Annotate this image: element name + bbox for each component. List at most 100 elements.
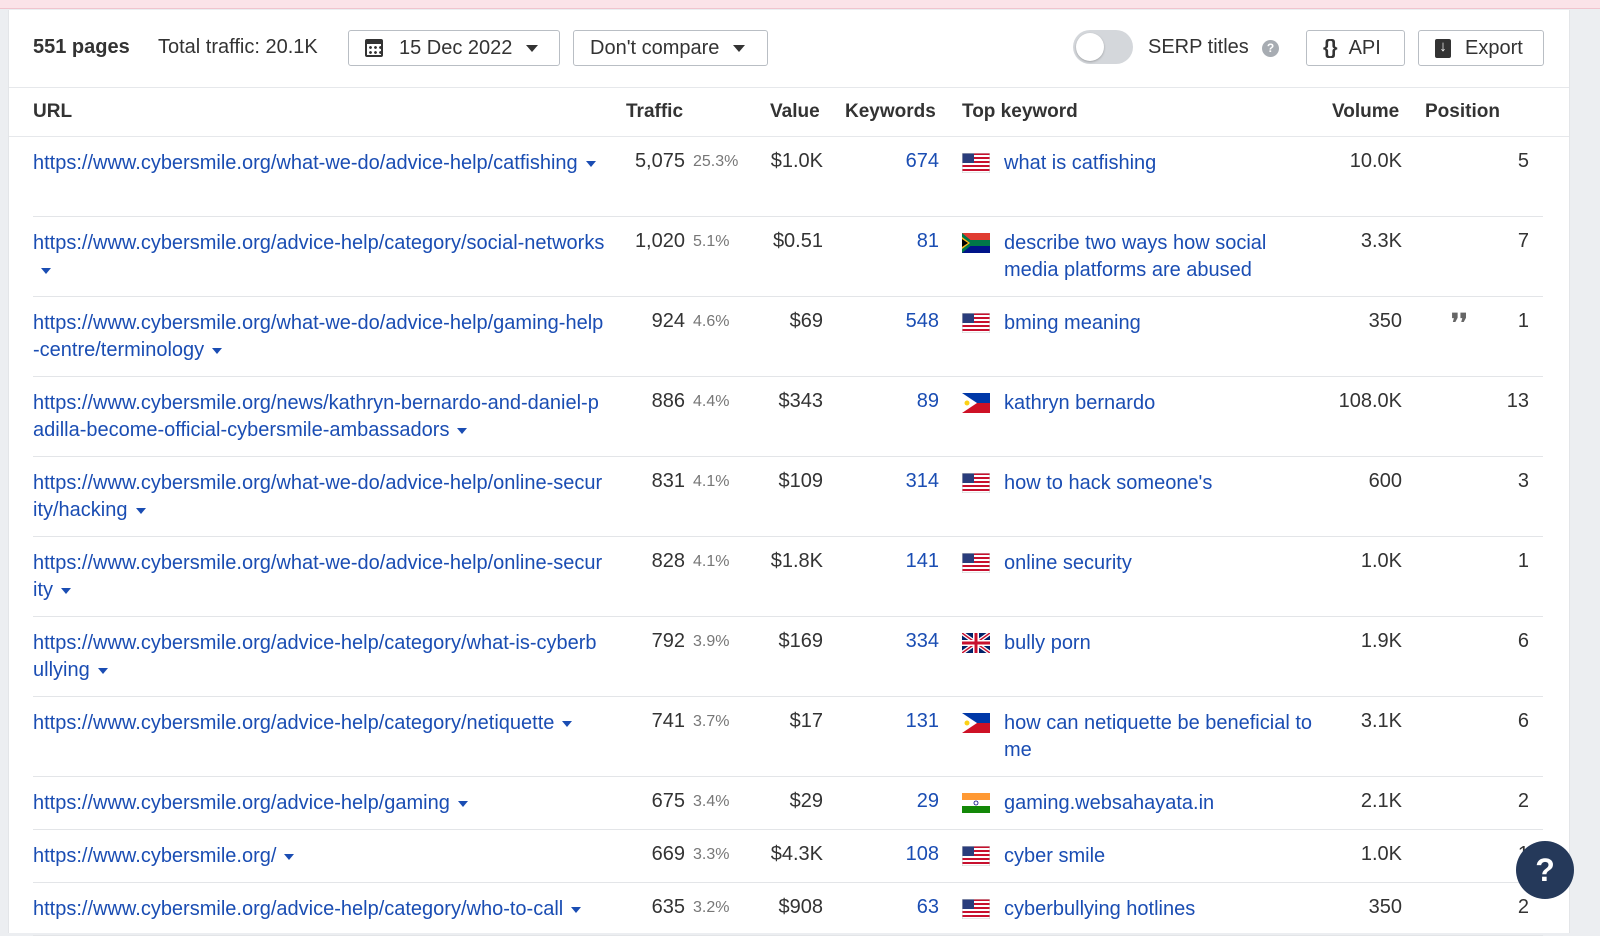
- top-keyword-link[interactable]: describe two ways how social media platf…: [1004, 230, 1314, 284]
- featured-snippet-icon: ❜❜: [1451, 309, 1468, 339]
- dropdown-caret-icon[interactable]: [562, 720, 573, 727]
- top-keyword-link[interactable]: gaming.websahayata.in: [1004, 790, 1314, 817]
- traffic-value: 792: [651, 630, 685, 652]
- chevron-down-icon: [526, 44, 539, 52]
- dropdown-caret-icon[interactable]: [571, 906, 582, 913]
- volume-value: 108.0K: [1338, 390, 1402, 412]
- top-keyword-link[interactable]: online security: [1004, 550, 1314, 577]
- traffic-percent: 3.7%: [693, 713, 730, 730]
- keywords-count-link[interactable]: 89: [917, 390, 939, 413]
- table-row: https://www.cybersmile.org/what-we-do/ad…: [33, 537, 1543, 617]
- column-top-keyword[interactable]: Top keyword: [962, 101, 1078, 123]
- keywords-count-link[interactable]: 63: [917, 896, 939, 919]
- top-keyword-link[interactable]: kathryn bernardo: [1004, 390, 1314, 417]
- keywords-count-link[interactable]: 108: [906, 843, 939, 866]
- compare-dropdown[interactable]: Don't compare: [573, 30, 768, 66]
- top-keyword-link[interactable]: cyberbullying hotlines: [1004, 896, 1314, 923]
- keywords-count-link[interactable]: 314: [906, 470, 939, 493]
- dropdown-caret-icon[interactable]: [457, 800, 468, 807]
- ph-flag-icon: [962, 393, 990, 413]
- position-value: 13: [1506, 390, 1529, 412]
- help-icon[interactable]: ?: [1262, 40, 1279, 57]
- traffic-value: 886: [651, 390, 685, 412]
- toggle-knob: [1076, 33, 1104, 61]
- export-label: Export: [1465, 36, 1523, 59]
- compare-label: Don't compare: [590, 36, 720, 59]
- volume-value: 10.0K: [1349, 150, 1402, 172]
- keywords-count-link[interactable]: 334: [906, 630, 939, 653]
- url-link[interactable]: https://www.cybersmile.org/: [33, 843, 605, 870]
- column-keywords[interactable]: Keywords: [845, 101, 936, 123]
- value-cell: $1.8K: [770, 550, 823, 572]
- column-volume[interactable]: Volume: [1332, 101, 1399, 123]
- url-link[interactable]: https://www.cybersmile.org/what-we-do/ad…: [33, 310, 605, 364]
- volume-value: 1.9K: [1360, 630, 1402, 652]
- keywords-count-link[interactable]: 81: [917, 230, 939, 253]
- keywords-count-link[interactable]: 548: [906, 310, 939, 333]
- table-row: https://www.cybersmile.org/what-we-do/ad…: [33, 137, 1543, 217]
- traffic-percent: 3.4%: [693, 793, 730, 810]
- dropdown-caret-icon[interactable]: [97, 667, 108, 674]
- url-link[interactable]: https://www.cybersmile.org/advice-help/c…: [33, 710, 605, 737]
- export-button[interactable]: Export: [1418, 30, 1544, 66]
- url-link[interactable]: https://www.cybersmile.org/advice-help/c…: [33, 896, 605, 923]
- traffic-percent: 3.2%: [693, 899, 730, 916]
- traffic-value: 5,075: [634, 150, 685, 172]
- top-keyword-link[interactable]: what is catfishing: [1004, 150, 1314, 177]
- in-flag-icon: [962, 793, 990, 813]
- url-link[interactable]: https://www.cybersmile.org/what-we-do/ad…: [33, 150, 605, 177]
- date-picker-button[interactable]: 15 Dec 2022: [348, 30, 560, 66]
- serp-titles-label: SERP titles: [1148, 36, 1249, 58]
- us-flag-icon: [962, 553, 990, 573]
- table-row: https://www.cybersmile.org/advice-help/g…: [33, 777, 1543, 830]
- table-row: https://www.cybersmile.org/news/kathryn-…: [33, 377, 1543, 457]
- dropdown-caret-icon[interactable]: [585, 160, 596, 167]
- us-flag-icon: [962, 473, 990, 493]
- chevron-down-icon: [733, 44, 746, 52]
- column-value[interactable]: Value: [770, 101, 820, 123]
- url-link[interactable]: https://www.cybersmile.org/advice-help/c…: [33, 230, 605, 284]
- dropdown-caret-icon[interactable]: [61, 587, 71, 594]
- serp-titles-toggle[interactable]: [1073, 30, 1133, 64]
- dropdown-caret-icon[interactable]: [457, 427, 468, 434]
- value-cell: $1.0K: [770, 150, 823, 172]
- table-row: https://www.cybersmile.org/advice-help/c…: [33, 617, 1543, 697]
- url-link[interactable]: https://www.cybersmile.org/advice-help/g…: [33, 790, 605, 817]
- us-flag-icon: [962, 899, 990, 919]
- top-keyword-link[interactable]: cyber smile: [1004, 843, 1314, 870]
- value-cell: $0.51: [772, 230, 823, 252]
- position-value: 6: [1517, 630, 1529, 652]
- column-url[interactable]: URL: [33, 101, 72, 123]
- us-flag-icon: [962, 313, 990, 333]
- url-link[interactable]: https://www.cybersmile.org/advice-help/c…: [33, 630, 605, 684]
- keywords-count-link[interactable]: 131: [906, 710, 939, 733]
- top-keyword-link[interactable]: how can netiquette be beneficial to me: [1004, 710, 1314, 764]
- volume-value: 1.0K: [1360, 550, 1402, 572]
- traffic-percent: 4.1%: [693, 553, 730, 570]
- top-keyword-link[interactable]: how to hack someone's: [1004, 470, 1314, 497]
- column-traffic[interactable]: Traffic: [626, 101, 683, 123]
- dropdown-caret-icon[interactable]: [212, 347, 223, 354]
- traffic-percent: 3.3%: [693, 846, 730, 863]
- traffic-value: 924: [651, 310, 685, 332]
- position-value: 5: [1517, 150, 1529, 172]
- top-keyword-link[interactable]: bully porn: [1004, 630, 1314, 657]
- table-row: https://www.cybersmile.org/what-we-do/ad…: [33, 457, 1543, 537]
- keywords-count-link[interactable]: 141: [906, 550, 939, 573]
- keywords-count-link[interactable]: 29: [917, 790, 939, 813]
- url-link[interactable]: https://www.cybersmile.org/what-we-do/ad…: [33, 550, 605, 604]
- url-link[interactable]: https://www.cybersmile.org/news/kathryn-…: [33, 390, 605, 444]
- traffic-value: 1,020: [634, 230, 685, 252]
- url-link[interactable]: https://www.cybersmile.org/what-we-do/ad…: [33, 470, 605, 524]
- api-button[interactable]: {} API: [1306, 30, 1405, 66]
- top-keyword-link[interactable]: bming meaning: [1004, 310, 1314, 337]
- keywords-count-link[interactable]: 674: [906, 150, 939, 173]
- help-chat-button[interactable]: ?: [1516, 841, 1574, 899]
- dropdown-caret-icon[interactable]: [135, 507, 146, 514]
- traffic-percent: 5.1%: [693, 233, 730, 250]
- column-position[interactable]: Position: [1425, 101, 1500, 123]
- table-body: https://www.cybersmile.org/what-we-do/ad…: [9, 137, 1569, 936]
- dropdown-caret-icon[interactable]: [284, 853, 295, 860]
- dropdown-caret-icon[interactable]: [41, 267, 51, 274]
- volume-value: 350: [1368, 896, 1402, 918]
